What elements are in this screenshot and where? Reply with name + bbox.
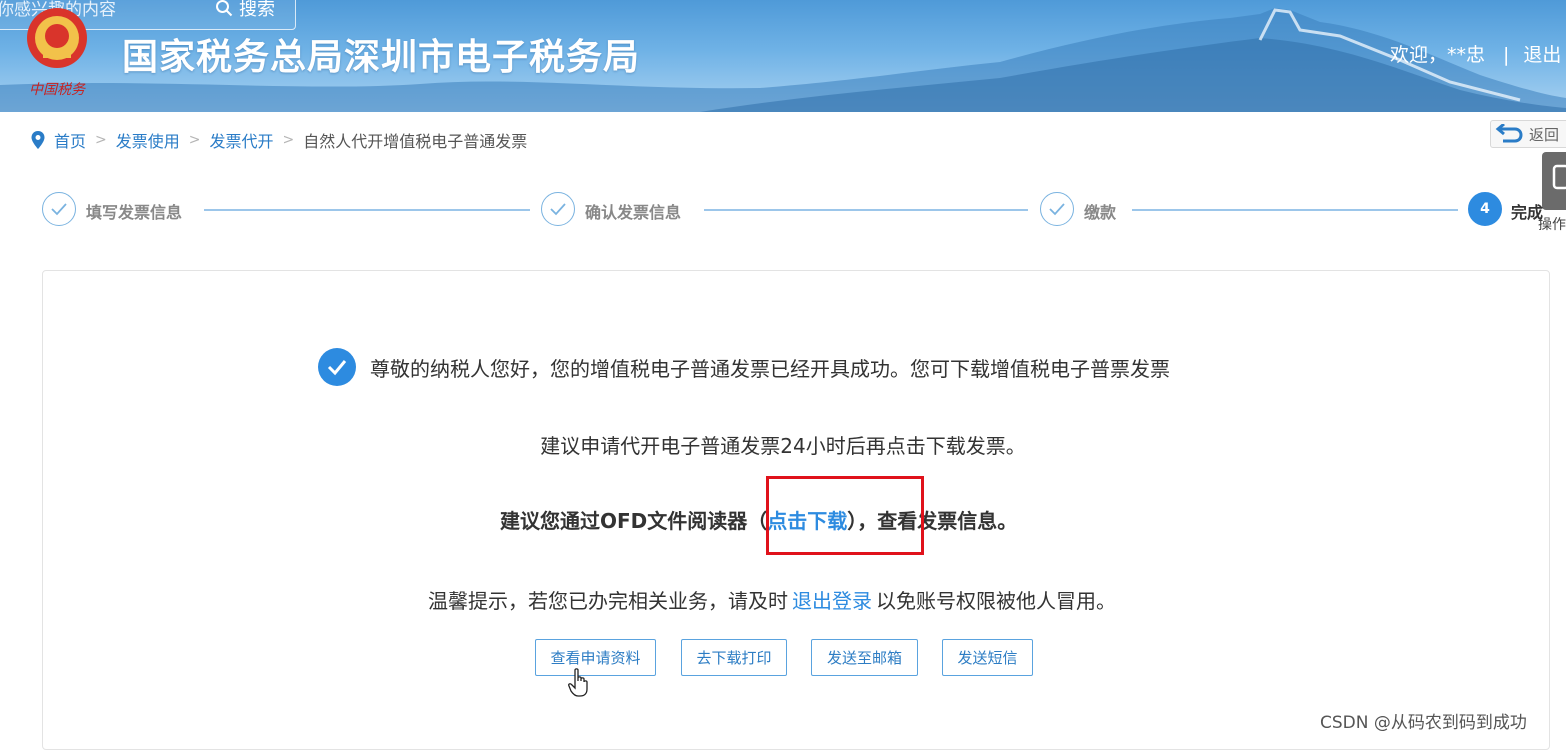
breadcrumb-invoice-issue[interactable]: 发票代开 xyxy=(210,128,274,152)
download-suggestion: 建议申请代开电子普通发票24小时后再点击下载发票。 xyxy=(540,434,1026,458)
step-1-label: 填写发票信息 xyxy=(86,203,183,222)
progress-steps: 填写发票信息 确认发票信息 缴款 4 完成 xyxy=(0,190,1566,230)
send-sms-button[interactable]: 发送短信 xyxy=(942,639,1033,676)
download-print-button[interactable]: 去下载打印 xyxy=(681,639,787,676)
breadcrumb-invoice-use[interactable]: 发票使用 xyxy=(116,128,180,152)
location-pin-icon xyxy=(31,131,45,149)
breadcrumb: 首页 > 发票使用 > 发票代开 > 自然人代开增值税电子普通发票 xyxy=(30,128,527,152)
step-connector xyxy=(1132,209,1458,211)
hand-cursor-icon xyxy=(568,668,588,697)
step-4-number: 4 xyxy=(1468,192,1502,226)
back-button-label: 返回 xyxy=(1529,125,1560,144)
search-icon xyxy=(216,0,233,17)
view-application-button[interactable]: 查看申请资料 xyxy=(535,639,656,676)
step-2-check-icon xyxy=(541,192,575,226)
send-email-button[interactable]: 发送至邮箱 xyxy=(811,639,918,676)
welcome-text: 欢迎，**忠 xyxy=(1390,44,1486,66)
emblem-caption: 中国税务 xyxy=(29,82,86,98)
step-connector xyxy=(204,209,530,211)
step-2-label: 确认发票信息 xyxy=(585,203,682,222)
ofd-tip-prefix: 建议您通过OFD文件阅读器（ xyxy=(500,509,768,533)
step-3-check-icon xyxy=(1040,192,1074,226)
logout-link[interactable]: 退出 xyxy=(1523,44,1561,66)
reminder-suffix: 以免账号权限被他人冒用。 xyxy=(876,589,1116,613)
search-button-label: 搜索 xyxy=(239,0,275,20)
breadcrumb-home[interactable]: 首页 xyxy=(54,128,86,152)
back-button[interactable]: 返回 xyxy=(1490,120,1566,148)
user-welcome: 欢迎，**忠 | 退出 xyxy=(1390,40,1561,67)
breadcrumb-current: 自然人代开增值税电子普通发票 xyxy=(303,132,528,151)
reminder-prefix: 温馨提示，若您已办完相关业务，请及时 xyxy=(428,589,788,613)
back-arrow-icon xyxy=(1495,124,1523,143)
tax-emblem-logo: 中国税务 xyxy=(27,8,87,98)
step-3-label: 缴款 xyxy=(1084,203,1117,222)
ofd-reader-tip: 建议您通过OFD文件阅读器（点击下载），查看发票信息。 xyxy=(500,505,1017,534)
watermark: CSDN @从码农到码到成功 xyxy=(1320,713,1527,733)
success-message: 尊敬的纳税人您好，您的增值税电子普通发票已经开具成功。您可下载增值税电子普票发票 xyxy=(370,356,1170,381)
step-4-label: 完成 xyxy=(1511,203,1544,222)
highlight-annotation-box xyxy=(766,476,924,555)
breadcrumb-separator: > xyxy=(282,132,295,148)
success-check-icon xyxy=(318,348,356,386)
success-message-row: 尊敬的纳税人您好，您的增值税电子普通发票已经开具成功。您可下载增值税电子普票发票 xyxy=(318,348,1170,386)
header-separator: | xyxy=(1503,44,1510,66)
logout-reminder: 温馨提示，若您已办完相关业务，请及时 退出登录 以免账号权限被他人冒用。 xyxy=(428,585,1116,614)
search-button[interactable]: 搜索 xyxy=(215,0,275,21)
logout-reminder-link[interactable]: 退出登录 xyxy=(792,589,872,613)
breadcrumb-separator: > xyxy=(95,132,107,148)
breadcrumb-separator: > xyxy=(188,132,201,148)
site-title: 国家税务总局深圳市电子税务局 xyxy=(122,37,641,78)
step-connector xyxy=(704,209,1028,211)
step-1-check-icon xyxy=(42,192,76,226)
header-banner: 你感兴趣的内容 搜索 中国税务 国家税务总局深圳市电子税务局 欢迎，**忠|退出 xyxy=(0,0,1566,112)
